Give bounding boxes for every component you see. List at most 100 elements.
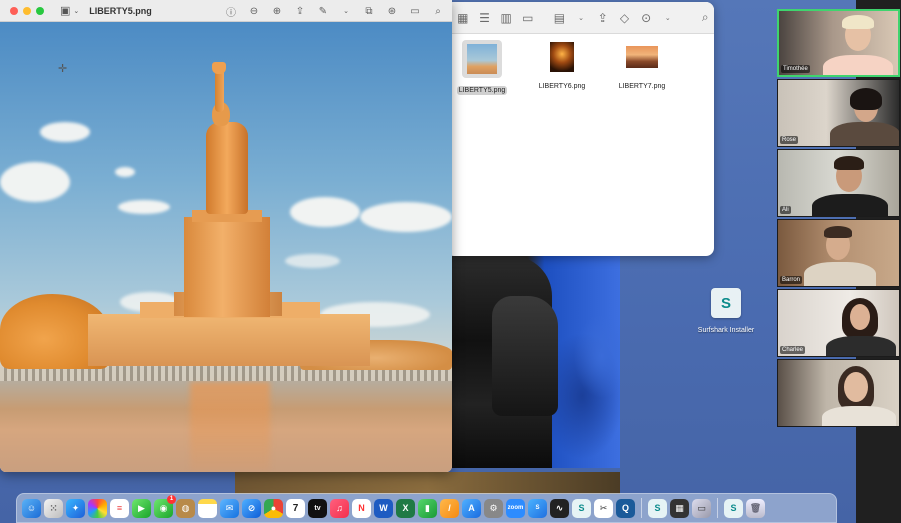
dock-divider [717, 498, 718, 518]
chevron-down-icon: ⌄ [73, 7, 80, 15]
photo-figure-arm [492, 296, 558, 416]
zoom-button[interactable] [36, 6, 44, 15]
app-store-icon[interactable]: A [462, 498, 481, 518]
minimize-button[interactable] [23, 6, 31, 15]
chevron-down-icon[interactable]: ⌄ [340, 7, 352, 15]
search-icon[interactable]: ⌕ [696, 9, 714, 27]
rotate-icon[interactable]: ⧉ [363, 6, 375, 17]
video-tile[interactable]: Rose [777, 79, 900, 147]
sidebar-icon: ▣ [60, 5, 71, 17]
video-tile[interactable]: Timothée [777, 9, 900, 77]
participant-name: Timothée [781, 65, 810, 73]
apple-tv-icon[interactable]: tv [308, 498, 327, 518]
dock: ☺ ⁙ ✦ ≡ ▶ ◉ 1 ◍ ✉ ⊘ ● 7 tv ♫ N W X ▮ / A … [16, 493, 837, 523]
chevron-down-icon[interactable]: ⌄ [659, 9, 677, 27]
file-thumbnail [462, 40, 502, 78]
statue-arm [215, 68, 224, 112]
facetime-icon[interactable]: ▶ [132, 498, 151, 518]
notification-badge: 1 [167, 494, 176, 504]
surfshark-installer-desktop-icon[interactable]: S Surfshark Installer [688, 288, 764, 334]
trash-icon[interactable]: 🗑 [746, 498, 765, 518]
participant-hair [824, 226, 852, 238]
participant-hair [842, 15, 874, 29]
app-store-icon[interactable]: ✦ [66, 498, 85, 518]
sidebar-toggle-button[interactable]: ▣ ⌄ [60, 4, 79, 17]
word-icon[interactable]: W [374, 498, 393, 518]
preview-window[interactable]: ▣ ⌄ LIBERTY5.png ⓘ ⊖ ⊕ ⇪ ✎ ⌄ ⧉ ⊛ ▭ ⌕ ✛ [0, 0, 452, 472]
surfshark-icon[interactable]: S [724, 498, 743, 518]
participant-name: Barron [780, 276, 803, 284]
search-icon[interactable]: ⌕ [432, 6, 444, 17]
video-tile[interactable] [777, 359, 900, 427]
system-settings-icon[interactable]: ⚙ [484, 498, 503, 518]
launchpad-icon[interactable]: ⁙ [44, 498, 63, 518]
music-icon[interactable]: ♫ [330, 498, 349, 518]
list-view-icon[interactable]: ☰ [476, 9, 494, 27]
preview-icon[interactable]: ▭ [692, 498, 711, 518]
contacts-icon[interactable]: ◍ [176, 498, 195, 518]
statue-of-liberty-image[interactable] [0, 22, 452, 472]
close-button[interactable] [10, 6, 18, 15]
background-window-strip[interactable] [235, 472, 620, 494]
background-photo-window[interactable] [452, 256, 620, 468]
column-view-icon[interactable]: ▥ [497, 9, 515, 27]
mail-icon[interactable]: ✉ [220, 498, 239, 518]
file-item[interactable]: LIBERTY6.png [532, 40, 592, 95]
finder-icon[interactable]: ☺ [22, 498, 41, 518]
zoom-out-icon[interactable]: ⊖ [248, 6, 260, 17]
crosshair-cursor-icon: ✛ [58, 63, 68, 75]
surfshark-icon[interactable]: S [648, 498, 667, 518]
surfshark-icon: S [711, 288, 741, 318]
tag-icon[interactable]: ◇ [616, 9, 634, 27]
finder-window[interactable]: ▦ ☰ ▥ ▭ ▤ ⌄ ⇪ ◇ ⊙ ⌄ ⌕ LIBERTY5.png LIBER… [446, 2, 714, 256]
zoom-icon[interactable]: zoom [506, 498, 525, 518]
more-icon[interactable]: ⊙ [637, 9, 655, 27]
markup-pen-icon[interactable]: ✎ [317, 6, 329, 17]
participant-body [823, 55, 893, 75]
annotate-icon[interactable]: ⊛ [386, 6, 398, 17]
video-tile[interactable]: Ali [777, 149, 900, 217]
chevron-down-icon[interactable]: ⌄ [572, 9, 590, 27]
finder-file-grid: LIBERTY5.png LIBERTY6.png LIBERTY7.png [452, 40, 714, 95]
chrome-icon[interactable]: ● [264, 498, 283, 518]
file-thumbnail [545, 40, 579, 74]
quicktime-icon[interactable]: Q [616, 498, 635, 518]
cloud [115, 167, 135, 177]
reminders-icon[interactable]: ≡ [110, 498, 129, 518]
excel-icon[interactable]: X [396, 498, 415, 518]
file-name: LIBERTY5.png [456, 86, 508, 95]
safari-icon[interactable]: ⊘ [242, 498, 261, 518]
pages-icon[interactable]: / [440, 498, 459, 518]
info-icon[interactable]: ⓘ [225, 4, 237, 19]
skype-icon[interactable]: S [528, 498, 547, 518]
pedestal [184, 217, 270, 317]
calendar-icon[interactable]: 7 [286, 498, 305, 518]
calculator-icon[interactable]: ▦ [670, 498, 689, 518]
notes-icon[interactable] [198, 498, 217, 518]
group-icon[interactable]: ▤ [551, 9, 569, 27]
share-icon[interactable]: ⇪ [294, 6, 306, 17]
video-tile[interactable]: Barron [777, 219, 900, 287]
cloud [40, 122, 90, 142]
share-icon[interactable]: ⇪ [594, 9, 612, 27]
photos-icon[interactable] [88, 498, 107, 518]
gallery-view-icon[interactable]: ▭ [519, 9, 537, 27]
scissors-icon[interactable]: ✂ [594, 498, 613, 518]
file-item[interactable]: LIBERTY5.png [452, 40, 512, 95]
surfshark-icon[interactable]: S [572, 498, 591, 518]
participant-body [804, 262, 876, 286]
edit-form-icon[interactable]: ▭ [409, 6, 421, 17]
messages-icon[interactable]: ◉ 1 [154, 494, 176, 518]
preview-titlebar: ▣ ⌄ LIBERTY5.png ⓘ ⊖ ⊕ ⇪ ✎ ⌄ ⧉ ⊛ ▭ ⌕ [0, 0, 452, 22]
video-tile[interactable]: Charlee [777, 289, 900, 357]
zoom-in-icon[interactable]: ⊕ [271, 6, 283, 17]
statue-torch [212, 62, 226, 74]
activity-monitor-icon[interactable]: ∿ [550, 498, 569, 518]
numbers-icon[interactable]: ▮ [418, 498, 437, 518]
file-name: LIBERTY7.png [618, 83, 666, 90]
icon-view-icon[interactable]: ▦ [454, 9, 472, 27]
cloud [0, 162, 70, 202]
participant-body [822, 406, 896, 426]
news-icon[interactable]: N [352, 498, 371, 518]
file-item[interactable]: LIBERTY7.png [612, 40, 672, 95]
